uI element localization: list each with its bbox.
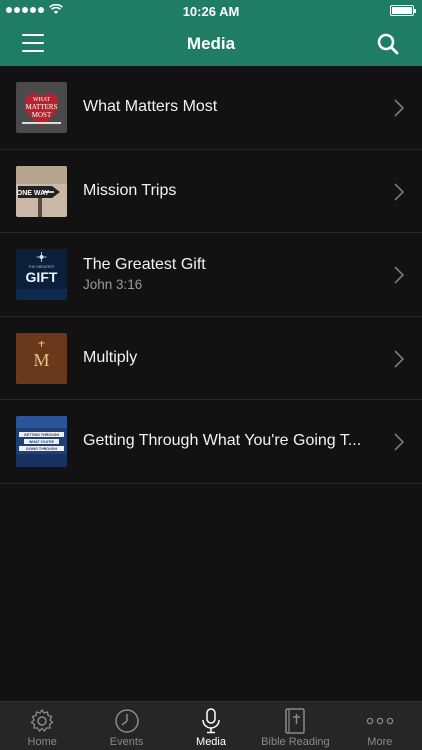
tab-label: Events — [109, 736, 144, 748]
microphone-icon — [202, 708, 220, 734]
tab-media[interactable]: Media — [169, 702, 253, 750]
bible-icon — [285, 708, 306, 734]
svg-text:M: M — [33, 350, 49, 370]
list-item-subtitle: John 3:16 — [83, 277, 143, 293]
tab-events[interactable]: Events — [84, 702, 168, 750]
list-item-title: The Greatest Gift — [83, 256, 206, 274]
svg-text:GETTING THROUGH: GETTING THROUGH — [24, 433, 60, 437]
list-item-title: Getting Through What You're Going T... — [83, 432, 362, 450]
status-bar: 10:26 AM — [0, 0, 422, 22]
list-item-title: Multiply — [83, 348, 138, 366]
what-matters-most-artwork: WHAT MATTERS MOST — [16, 82, 67, 133]
status-time: 10:26 AM — [182, 4, 240, 19]
list-item-title: What Matters Most — [83, 98, 218, 116]
multiply-artwork: M — [16, 332, 67, 384]
tab-label: Bible Reading — [261, 736, 330, 748]
clock-icon — [114, 709, 139, 733]
list-item-text: The Greatest Gift John 3:16 — [83, 233, 382, 316]
tab-home[interactable]: Home — [0, 702, 84, 750]
list-item-text: Getting Through What You're Going T... — [83, 400, 382, 483]
list-item-text: What Matters Most — [83, 66, 382, 149]
list-item-text: Mission Trips — [83, 150, 382, 233]
battery-icon — [390, 5, 416, 16]
svg-text:MOST: MOST — [32, 111, 52, 119]
svg-text:GIFT: GIFT — [26, 269, 58, 285]
page-title: Media — [186, 34, 236, 53]
svg-text:WHAT YOU'RE: WHAT YOU'RE — [29, 440, 55, 444]
svg-text:MATTERS: MATTERS — [26, 103, 58, 111]
chevron-right-icon — [394, 182, 404, 201]
tab-label: Media — [196, 736, 226, 748]
search-icon[interactable] — [376, 32, 400, 56]
list-item[interactable]: THE GREATEST GIFT The Greatest Gift John… — [0, 233, 422, 317]
list-item[interactable]: ONE WAY Mission Trips — [0, 150, 422, 233]
chevron-right-icon — [394, 349, 404, 368]
chevron-right-icon — [394, 266, 404, 284]
list-item[interactable]: GETTING THROUGH WHAT YOU'RE GOING THROUG… — [0, 400, 422, 484]
list-item-title: Mission Trips — [83, 181, 177, 199]
more-dots-icon — [366, 717, 394, 725]
list-item-text: Multiply — [83, 317, 382, 400]
tab-label: More — [367, 736, 393, 748]
app-screen: 10:26 AM Media WHAT MATTERS MOST What Ma… — [0, 0, 422, 750]
tab-bible-reading[interactable]: Bible Reading — [253, 702, 337, 750]
one-way-sign-artwork: ONE WAY — [16, 165, 67, 217]
greatest-gift-artwork: THE GREATEST GIFT — [16, 249, 67, 300]
gear-icon — [30, 708, 54, 733]
chevron-right-icon — [394, 99, 404, 117]
svg-text:GOING THROUGH: GOING THROUGH — [26, 447, 58, 451]
svg-text:ONE WAY: ONE WAY — [17, 190, 50, 197]
list-item[interactable]: WHAT MATTERS MOST What Matters Most — [0, 66, 422, 150]
getting-through-artwork: GETTING THROUGH WHAT YOU'RE GOING THROUG… — [16, 416, 67, 467]
chevron-right-icon — [394, 433, 404, 451]
nav-bar: Media — [0, 22, 422, 66]
tab-more[interactable]: More — [338, 702, 422, 750]
tab-bar: Home Events Media Bible Reading More — [0, 701, 422, 750]
tab-label: Home — [27, 736, 57, 748]
media-list: WHAT MATTERS MOST What Matters Most ONE … — [0, 66, 422, 484]
list-item[interactable]: M Multiply — [0, 317, 422, 400]
